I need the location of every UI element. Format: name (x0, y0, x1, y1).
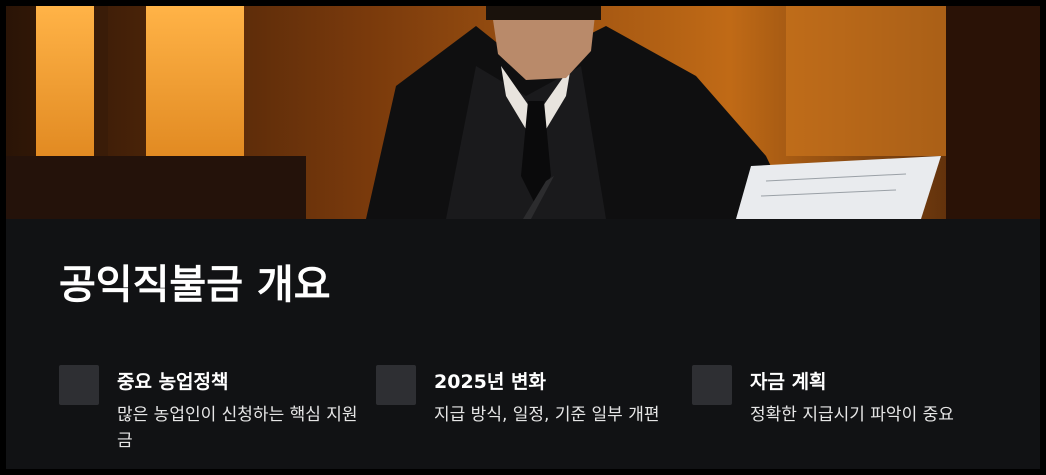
feature-description: 지급 방식, 일정, 기준 일부 개편 (434, 405, 660, 425)
feature-description: 많은 농업인이 신청하는 핵심 지원금 (117, 405, 358, 451)
feature-title: 자금 계획 (750, 371, 827, 393)
page-frame: 공익직불금 개요 중요 농업정책 많은 농업인이 신청하는 핵심 지원금 202… (0, 0, 1046, 475)
overview-section: 공익직불금 개요 중요 농업정책 많은 농업인이 신청하는 핵심 지원금 202… (6, 219, 1040, 469)
feature-description: 정확한 지급시기 파악이 중요 (750, 405, 954, 425)
square-icon (692, 365, 732, 405)
square-icon (59, 365, 99, 405)
square-icon (376, 365, 416, 405)
feature-funding: 자금 계획 정확한 지급시기 파악이 중요 (692, 363, 992, 463)
section-title: 공익직불금 개요 (59, 262, 331, 308)
feature-policy: 중요 농업정책 많은 농업인이 신청하는 핵심 지원금 (59, 363, 359, 463)
hero-image (6, 6, 1040, 219)
feature-changes: 2025년 변화 지급 방식, 일정, 기준 일부 개편 (376, 363, 676, 463)
feature-title: 2025년 변화 (434, 371, 546, 393)
overview-card: 공익직불금 개요 중요 농업정책 많은 농업인이 신청하는 핵심 지원금 202… (6, 6, 1040, 469)
hero-illustration (6, 6, 1040, 219)
feature-title: 중요 농업정책 (117, 371, 229, 393)
